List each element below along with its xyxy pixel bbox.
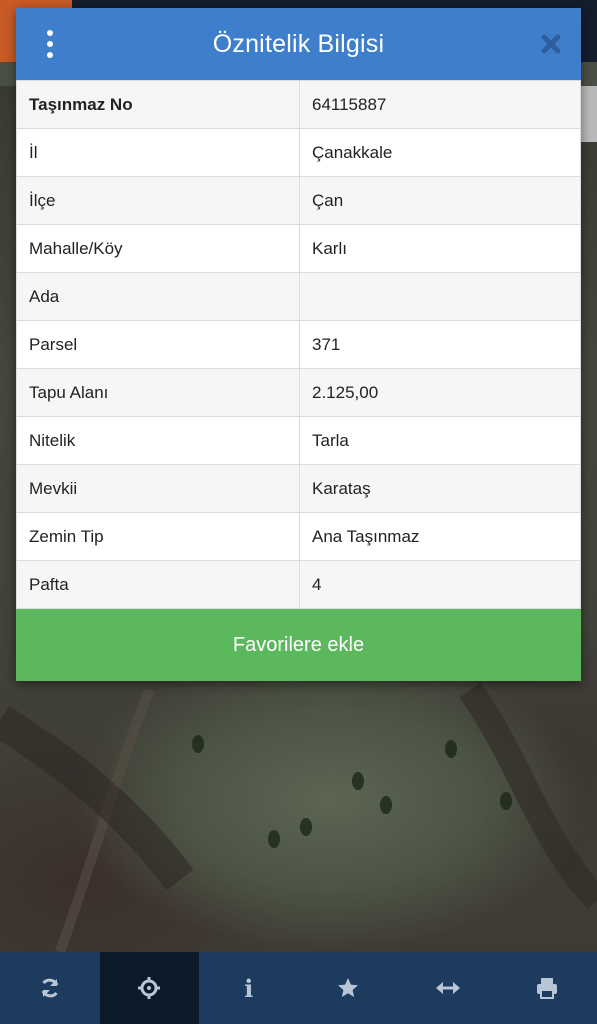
map-tree [380,796,392,814]
attribute-key: Mevkii [16,464,300,513]
add-to-favorites-button[interactable]: Favorilere ekle [16,609,581,681]
attribute-key: Nitelik [16,416,300,465]
attribute-table: Taşınmaz No 64115887 İl Çanakkale İlçe Ç… [16,80,581,609]
crosshair-icon [138,977,161,999]
map-tree [352,772,364,790]
table-row: Nitelik Tarla [16,416,581,465]
horizontal-arrows-icon [435,982,460,994]
attribute-value: Karlı [299,224,581,273]
table-row: Tapu Alanı 2.125,00 [16,368,581,417]
table-row: Zemin Tip Ana Taşınmaz [16,512,581,561]
map-tree [445,740,457,758]
attribute-value [299,272,581,321]
dialog-title: Öznitelik Bilgisi [212,29,385,58]
kebab-menu-icon [47,30,53,36]
refresh-icon [41,978,59,998]
print-button[interactable] [498,952,597,1024]
attribute-value: Ana Taşınmaz [299,512,581,561]
map-tree [300,818,312,836]
kebab-menu-icon-dot [47,41,53,47]
print-icon [537,978,558,999]
map-tree [268,830,280,848]
attribute-value: Tarla [299,416,581,465]
attribute-key: Mahalle/Köy [16,224,300,273]
table-row: Parsel 371 [16,320,581,369]
attribute-key: Ada [16,272,300,321]
attribute-key: Parsel [16,320,300,369]
kebab-menu-icon-dot [47,52,53,58]
bottom-toolbar: i [0,952,597,1024]
attribute-value: Çan [299,176,581,225]
attribute-value: Çanakkale [299,128,581,177]
table-row: Pafta 4 [16,560,581,609]
attribute-key: Tapu Alanı [16,368,300,417]
favorites-button[interactable] [299,952,399,1024]
info-button[interactable]: i [199,952,299,1024]
measure-button[interactable] [398,952,498,1024]
locate-button[interactable] [99,952,199,1024]
table-row: Taşınmaz No 64115887 [16,80,581,129]
attribute-key: Taşınmaz No [16,80,300,129]
attribute-key: Zemin Tip [16,512,300,561]
close-button[interactable] [539,32,563,56]
table-row: Ada [16,272,581,321]
attribute-key: İl [16,128,300,177]
table-row: Mevkii Karataş [16,464,581,513]
attribute-value: 371 [299,320,581,369]
attribute-key: Pafta [16,560,300,609]
attribute-key: İlçe [16,176,300,225]
map-tree [500,792,512,810]
attribute-value: 4 [299,560,581,609]
table-row: İlçe Çan [16,176,581,225]
table-row: İl Çanakkale [16,128,581,177]
table-row: Mahalle/Köy Karlı [16,224,581,273]
attribute-value: 2.125,00 [299,368,581,417]
info-icon: i [244,973,254,1003]
refresh-button[interactable] [0,952,100,1024]
star-icon [338,978,359,997]
dialog-header: Öznitelik Bilgisi [16,8,581,80]
attribute-value: 64115887 [299,80,581,129]
close-icon [541,34,561,54]
attribute-info-dialog: Öznitelik Bilgisi Taşınmaz No 64115887 İ… [16,8,581,681]
attribute-value: Karataş [299,464,581,513]
menu-button[interactable] [36,30,64,58]
map-tree [192,735,204,753]
